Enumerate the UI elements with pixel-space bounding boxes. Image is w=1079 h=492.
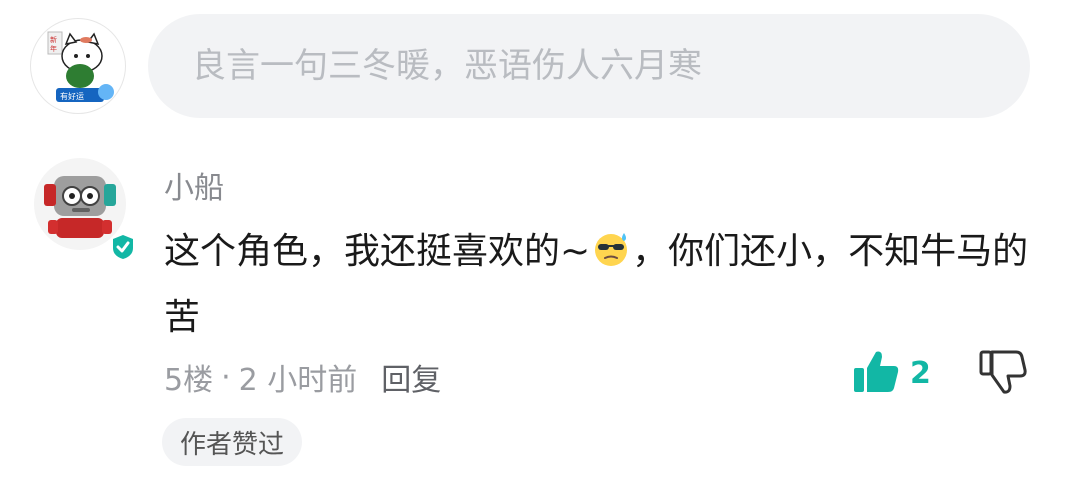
thumbs-down-icon (978, 350, 1028, 400)
verified-badge-icon (108, 232, 138, 262)
comment-username[interactable]: 小船 (164, 163, 224, 207)
comment-text-part1: 这个角色，我还挺喜欢的~ (164, 231, 591, 272)
like-button[interactable]: 2 (852, 348, 931, 398)
author-liked-badge: 作者赞过 (162, 418, 303, 466)
cool-sweat-emoji-icon (591, 228, 631, 288)
comment-time: 2 小时前 (238, 363, 358, 398)
cat-sticker-avatar-icon[interactable]: 新 年 有好运 (30, 18, 126, 114)
reply-button[interactable]: 回复 (381, 355, 441, 399)
reply-input[interactable] (148, 14, 1030, 118)
like-count: 2 (910, 355, 931, 391)
meta-separator: · (221, 359, 231, 395)
thumbs-up-icon (852, 348, 902, 398)
svg-text:年: 年 (50, 44, 57, 53)
svg-text:新: 新 (50, 35, 57, 44)
floor-number: 5楼 (164, 363, 214, 398)
dislike-button[interactable] (978, 348, 1028, 400)
svg-text:有好运: 有好运 (60, 91, 84, 101)
comment-meta: 5楼 · 2 小时前 回复 (164, 355, 441, 399)
comment-text: 这个角色，我还挺喜欢的~ ，你们还小，不知牛马的苦 (164, 222, 1044, 348)
